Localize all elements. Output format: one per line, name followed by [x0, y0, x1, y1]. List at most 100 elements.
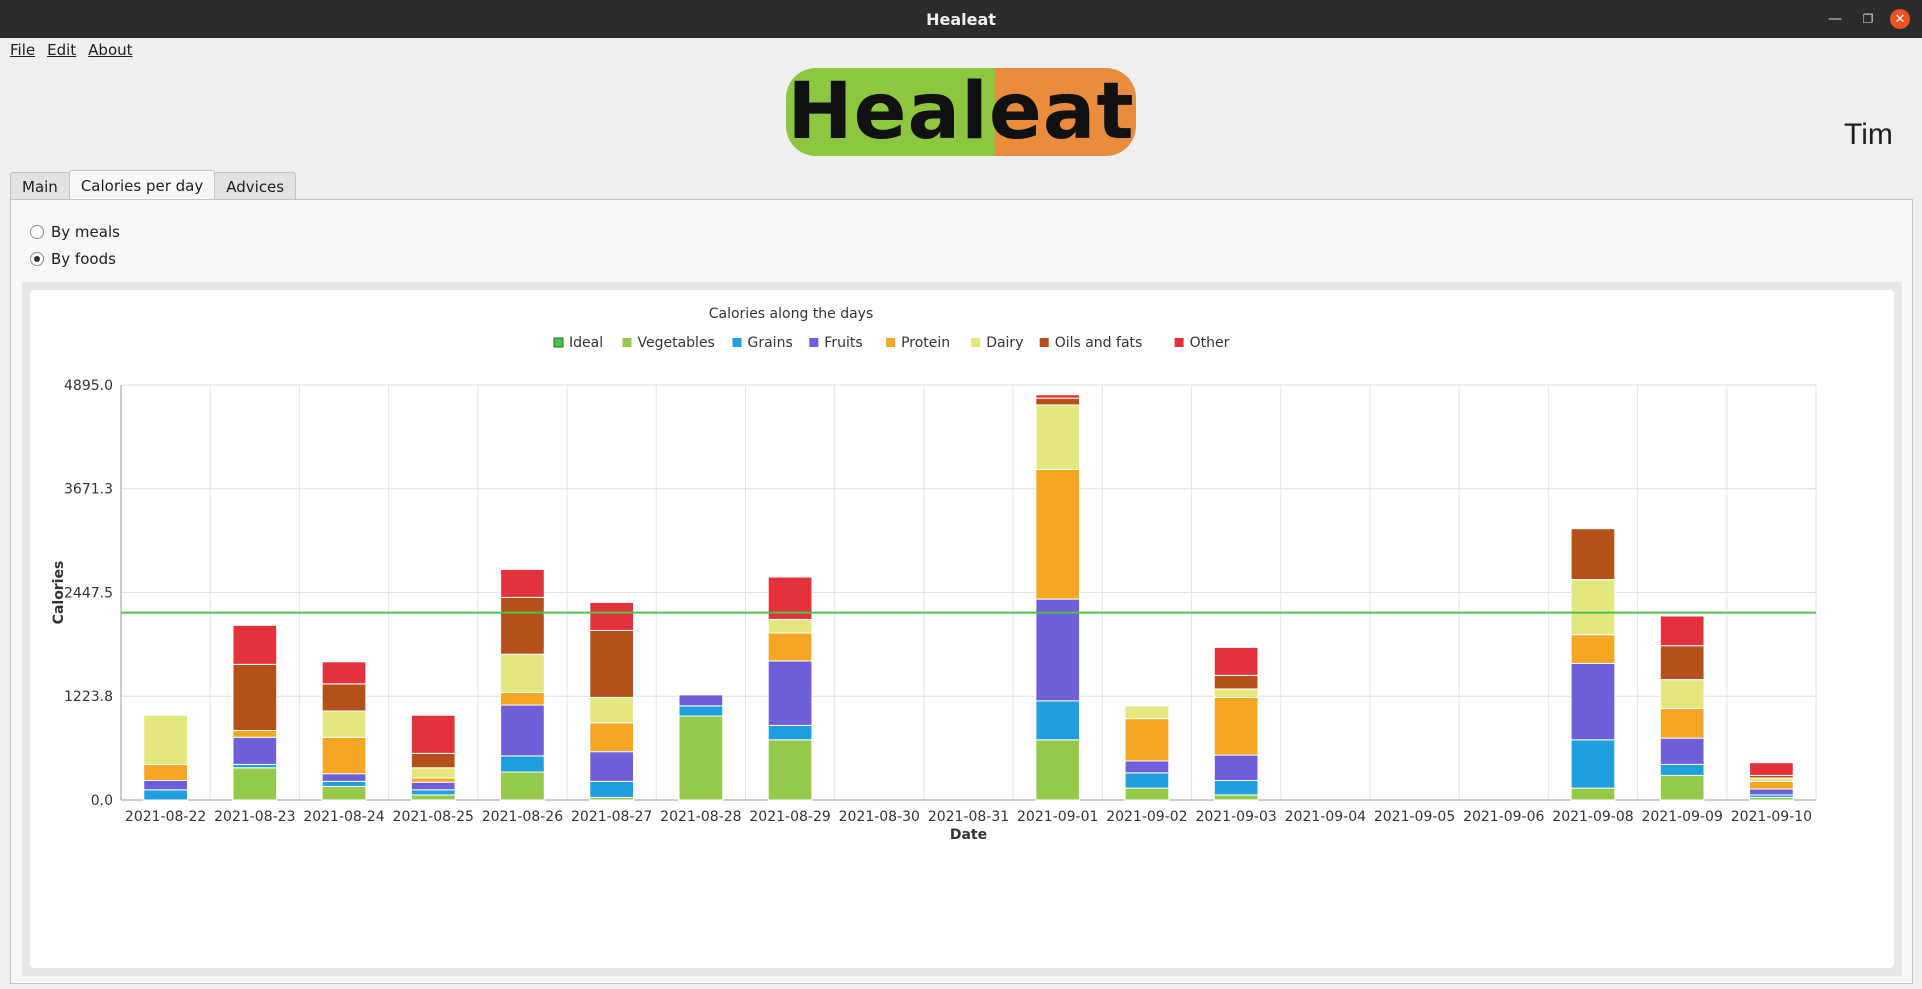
legend-marker-vegetables [622, 338, 632, 347]
tab-calories-per-day[interactable]: Calories per day [68, 170, 216, 200]
bar-segment-fruits [321, 773, 367, 782]
menu-file[interactable]: File [4, 41, 41, 59]
bar-segment-fruits [1213, 754, 1259, 782]
bar-segment-fruits [143, 780, 188, 791]
maximize-icon[interactable]: ❐ [1858, 0, 1878, 38]
bar-segment-fruits [500, 704, 545, 757]
bar-segment-fruits [678, 694, 724, 707]
bar-segment-oils-and-fats [589, 629, 635, 698]
x-tick-label: 2021-09-04 [1285, 809, 1366, 825]
bar-segment-dairy [500, 653, 545, 693]
bar-segment-other [321, 661, 367, 685]
bar-segment-oils-and-fats [1035, 397, 1081, 406]
bar-segment-protein [1124, 718, 1170, 762]
x-tick-label: 2021-08-27 [571, 809, 652, 825]
x-tick-label: 2021-08-23 [214, 809, 295, 825]
bar-segment-vegetables [1124, 787, 1170, 801]
bar-segment-fruits [1124, 760, 1170, 774]
legend-marker-oils-and-fats [1039, 338, 1049, 347]
bar-segment-dairy [143, 714, 188, 765]
bar-segment-protein [589, 722, 635, 753]
y-tick-label: 1223.8 [64, 689, 113, 705]
tab-advices[interactable]: Advices [214, 172, 297, 200]
bar-segment-vegetables [410, 794, 456, 801]
bar-segment-other [232, 624, 278, 665]
radio-by-foods-label: By foods [51, 250, 116, 268]
legend-marker-protein [886, 338, 896, 347]
legend-label-grains: Grains [748, 335, 793, 351]
radio-button-checked[interactable] [30, 252, 44, 266]
bar-segment-dairy [321, 710, 367, 738]
bar-segment-grains [767, 724, 813, 741]
x-tick-label: 2021-09-10 [1731, 809, 1812, 825]
menu-about[interactable]: About [82, 41, 138, 59]
x-tick-label: 2021-08-28 [660, 809, 741, 825]
x-tick-label: 2021-09-01 [1017, 809, 1098, 825]
x-tick-label: 2021-08-31 [928, 809, 1009, 825]
bar-segment-protein [410, 777, 456, 783]
bar-segment-other [1213, 646, 1259, 676]
x-tick-label: 2021-08-29 [749, 809, 830, 825]
bar-segment-vegetables [321, 785, 367, 801]
tab-bar: Main Calories per day Advices [10, 170, 297, 200]
legend-label-oils-and-fats: Oils and fats [1055, 335, 1143, 351]
bar-segment-protein [1035, 468, 1081, 600]
user-name: Tim [1844, 118, 1893, 151]
y-tick-label: 0.0 [91, 793, 113, 809]
bar-segment-protein [1213, 696, 1259, 756]
bar-segment-protein [500, 691, 545, 706]
bar-segment-protein [321, 736, 367, 775]
bar-segment-vegetables [1035, 739, 1081, 801]
bar-segment-fruits [232, 736, 278, 765]
bar-segment-oils-and-fats [1213, 674, 1259, 690]
x-tick-label: 2021-09-02 [1106, 809, 1187, 825]
minimize-icon[interactable]: — [1825, 0, 1845, 38]
bar-segment-oils-and-fats [1659, 645, 1705, 681]
bar-segment-protein [1659, 707, 1705, 739]
bar-segment-grains [1124, 772, 1170, 789]
bar-segment-grains [1213, 780, 1259, 796]
bar-segment-other [1659, 615, 1705, 647]
bar-segment-vegetables [232, 767, 278, 801]
close-icon[interactable]: ✕ [1890, 0, 1910, 38]
bar-segment-dairy [1749, 777, 1794, 782]
bar-segment-oils-and-fats [1570, 528, 1616, 581]
bar-segment-grains [143, 789, 188, 801]
bar-segment-grains [589, 780, 635, 798]
legend-label-other: Other [1190, 335, 1230, 351]
y-tick-label: 3671.3 [64, 482, 113, 498]
bar-segment-dairy [410, 767, 456, 779]
bar-segment-dairy [1659, 679, 1705, 709]
bar-segment-grains [1570, 739, 1616, 789]
radio-by-foods[interactable]: By foods [30, 250, 116, 268]
menu-edit[interactable]: Edit [41, 41, 82, 59]
legend-marker-ideal [553, 337, 564, 348]
bar-segment-oils-and-fats [410, 752, 456, 769]
legend-label-vegetables: Vegetables [638, 335, 715, 351]
bar-segment-vegetables [1659, 774, 1705, 801]
bar-segment-protein [143, 763, 188, 782]
x-tick-label: 2021-09-08 [1552, 809, 1633, 825]
tab-main[interactable]: Main [10, 172, 70, 200]
tab-panel: By meals By foods Calories along the day… [10, 199, 1913, 984]
bar-segment-fruits [1749, 788, 1794, 796]
bar-segment-protein [767, 632, 813, 662]
radio-button[interactable] [30, 225, 44, 239]
bar-segment-protein [232, 729, 278, 738]
radio-by-meals-label: By meals [51, 223, 120, 241]
bar-segment-vegetables [500, 771, 545, 801]
legend-marker-dairy [971, 338, 981, 347]
bar-segment-fruits [1570, 663, 1616, 741]
x-tick-label: 2021-08-22 [125, 809, 206, 825]
chart-frame: Calories along the days Ideal Vegetables Gr… [22, 282, 1902, 976]
bar-segment-grains [321, 780, 367, 787]
radio-by-meals[interactable]: By meals [30, 223, 120, 241]
bar-segment-oils-and-fats [321, 683, 367, 712]
chart-card: Calories along the days Ideal Vegetables Gr… [30, 290, 1894, 968]
bar-segment-dairy [1213, 688, 1259, 698]
bar-segment-protein [1570, 634, 1616, 665]
menu-file-label: File [10, 41, 36, 59]
bar-segment-grains [410, 789, 456, 796]
bar-segment-other [410, 714, 456, 754]
bar-segment-vegetables [678, 715, 724, 801]
